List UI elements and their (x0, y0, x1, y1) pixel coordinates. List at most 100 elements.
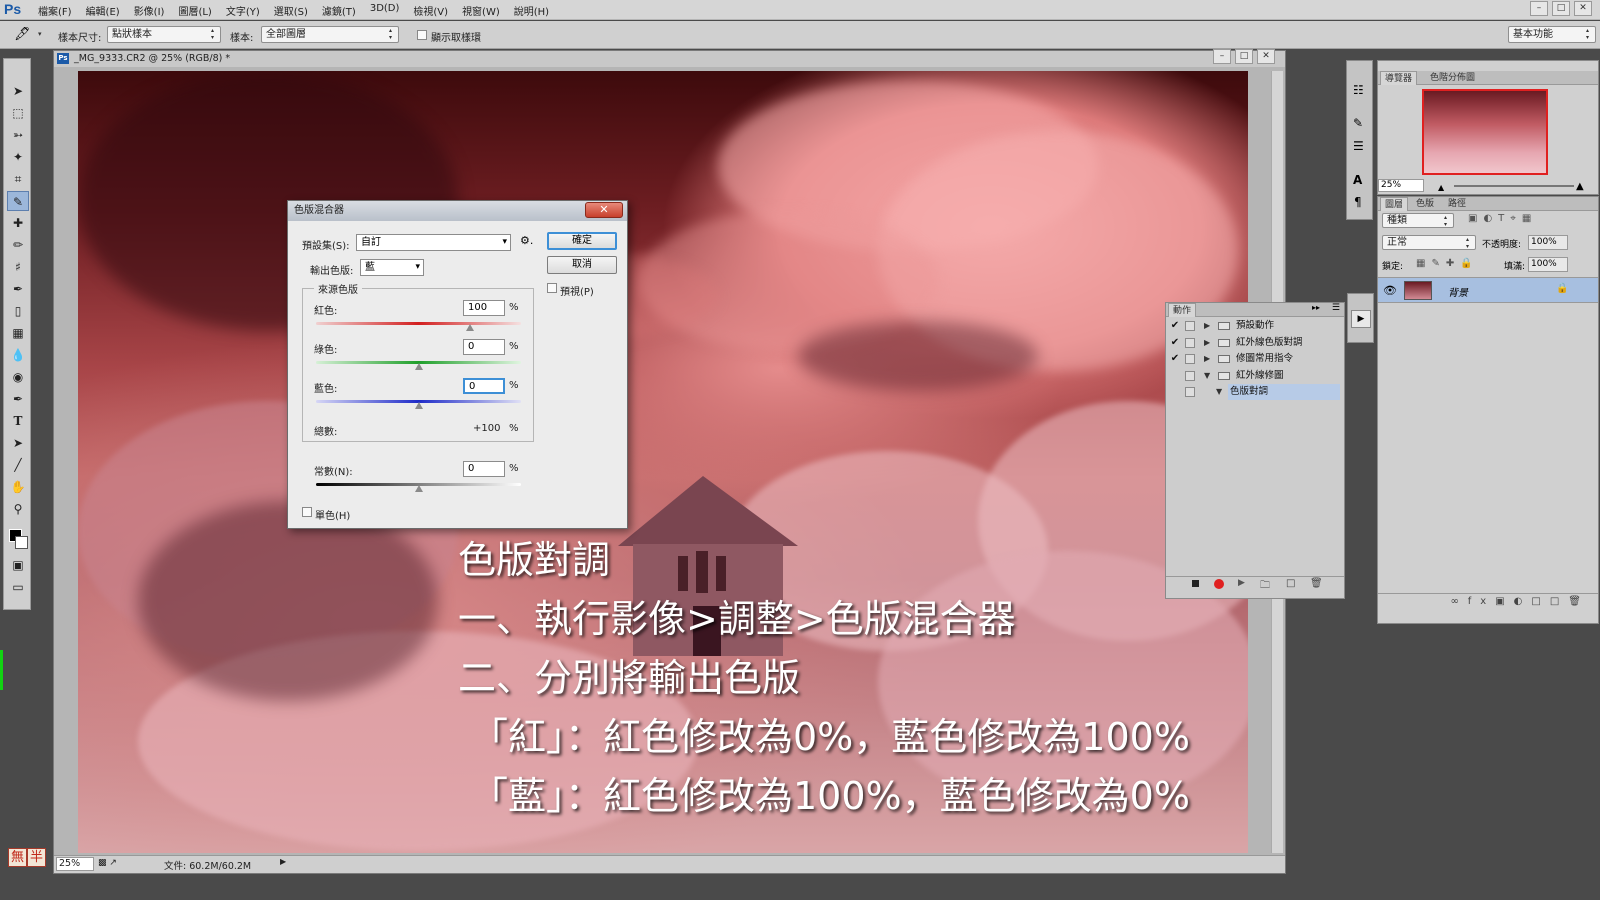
hand-tool-icon[interactable]: ✋ (7, 477, 29, 497)
action-row[interactable]: ✔ ▶ 預設動作 (1166, 318, 1344, 334)
menu-item-5[interactable]: 選取(S) (274, 3, 308, 18)
new-set-folder-icon[interactable]: 🗀 (1260, 578, 1270, 595)
dialog-toggle-box[interactable] (1185, 370, 1195, 381)
eyedropper-tool-icon[interactable]: ✎ (7, 191, 29, 211)
path-select-icon[interactable]: ➤ (7, 433, 29, 453)
menu-item-7[interactable]: 3D(D) (370, 3, 400, 18)
action-row[interactable]: ✔ ▶ 紅外線色版對調 (1166, 335, 1344, 351)
ime-mode-left[interactable]: 無 (8, 848, 27, 867)
lock-icons[interactable]: ▦✎✚🔒 (1416, 258, 1479, 269)
action-row[interactable]: ✔ ▶ 修圖常用指令 (1166, 351, 1344, 367)
line-tool-icon[interactable]: ╱ (7, 455, 29, 475)
close-button[interactable]: ✕ (1574, 1, 1592, 16)
panel-menu-icon[interactable]: ☰ (1332, 303, 1340, 313)
background-color-swatch[interactable] (15, 536, 28, 549)
maximize-button[interactable]: □ (1552, 1, 1570, 16)
blend-mode-select[interactable]: 正常 (1382, 235, 1476, 250)
history-brush-icon[interactable]: ✒ (7, 279, 29, 299)
red-slider-track[interactable] (316, 322, 521, 325)
action-toggle-check[interactable]: ✔ (1168, 318, 1182, 334)
action-row[interactable]: ▼ 色版對調 (1166, 384, 1344, 400)
green-slider-thumb[interactable] (414, 363, 423, 370)
opacity-field[interactable]: 100% (1528, 235, 1568, 250)
healing-brush-icon[interactable]: ✚ (7, 213, 29, 233)
collapse-arrow-icon[interactable]: ▼ (1204, 368, 1210, 384)
dialog-toggle-box[interactable] (1185, 321, 1195, 331)
sample-select[interactable]: 全部圖層 (261, 26, 399, 43)
gradient-tool-icon[interactable]: ▦ (7, 323, 29, 343)
dialog-close-button[interactable]: ✕ (585, 202, 623, 218)
workspace-select[interactable]: 基本功能 (1508, 26, 1596, 43)
menu-item-3[interactable]: 圖層(L) (178, 3, 211, 18)
ime-indicator[interactable]: 無 半 (8, 848, 46, 867)
action-toggle-check[interactable]: ✔ (1168, 351, 1182, 367)
layer-filter-select[interactable]: 種類 (1382, 213, 1454, 228)
eyedropper-icon[interactable]: 🖋 (14, 27, 31, 42)
eraser-tool-icon[interactable]: ▯ (7, 301, 29, 321)
tab-navigator[interactable]: 導覽器 (1380, 71, 1418, 85)
navigator-zoom-slider[interactable] (1454, 185, 1574, 187)
tab-histogram[interactable]: 色階分佈圖 (1426, 71, 1479, 85)
preset-options-gear-icon[interactable]: ⚙. (520, 234, 533, 247)
status-icons[interactable]: ▩ ↗ (98, 858, 117, 868)
preset-select[interactable]: 自訂 (356, 234, 511, 251)
character-panel-icon[interactable]: A (1353, 173, 1362, 187)
layer-name[interactable]: 背景 (1448, 284, 1468, 299)
red-slider-thumb[interactable] (465, 324, 474, 331)
ime-mode-right[interactable]: 半 (27, 848, 46, 867)
status-menu-arrow-icon[interactable]: ▶ (280, 857, 286, 866)
paragraph-panel-icon[interactable]: ¶ (1354, 195, 1362, 209)
action-row[interactable]: ▼ 紅外線修圖 (1166, 368, 1344, 384)
minimize-button[interactable]: – (1530, 1, 1548, 16)
constant-value-input[interactable]: 0 (463, 461, 505, 477)
expand-arrow-icon[interactable]: ▶ (1204, 318, 1210, 334)
green-value-input[interactable]: 0 (463, 339, 505, 355)
blue-value-input[interactable]: 0 (463, 378, 505, 394)
menu-item-9[interactable]: 視窗(W) (462, 3, 500, 18)
expand-arrow-icon[interactable]: ▶ (1204, 335, 1210, 351)
menu-item-10[interactable]: 說明(H) (514, 3, 549, 18)
document-tab[interactable]: Ps _MG_9333.CR2 @ 25% (RGB/8) * (54, 51, 1285, 67)
menu-item-1[interactable]: 編輯(E) (86, 3, 120, 18)
actions-panel-toggle-icon[interactable]: ▶ (1351, 310, 1371, 328)
menu-item-6[interactable]: 濾鏡(T) (322, 3, 356, 18)
action-toggle-check[interactable]: ✔ (1168, 335, 1182, 351)
expand-arrow-icon[interactable]: ▶ (1204, 351, 1210, 367)
tab-actions[interactable]: 動作 (1168, 303, 1197, 317)
menu-item-8[interactable]: 檢視(V) (413, 3, 448, 18)
layer-filter-icons[interactable]: ▣◐T⌖▦ (1468, 213, 1537, 224)
doc-minimize-button[interactable]: – (1213, 49, 1231, 64)
preview-checkbox[interactable] (547, 283, 557, 296)
tab-channels[interactable]: 色版 (1412, 197, 1438, 211)
lasso-tool-icon[interactable]: ➳ (7, 125, 29, 145)
dialog-toggle-box[interactable] (1185, 354, 1195, 364)
marquee-tool-icon[interactable]: ⬚ (7, 103, 29, 123)
history-panel-icon[interactable]: ☷ (1353, 83, 1364, 97)
new-action-icon[interactable]: □ (1286, 578, 1295, 589)
clone-stamp-icon[interactable]: ♯ (7, 257, 29, 277)
pen-tool-icon[interactable]: ✒ (7, 389, 29, 409)
navigator-zoom-field[interactable]: 25% (1378, 179, 1424, 192)
ok-button[interactable]: 確定 (547, 232, 617, 250)
zoom-tool-icon[interactable]: ⚲ (7, 499, 29, 519)
brush-tool-icon[interactable]: ✏ (7, 235, 29, 255)
adjustments-panel-icon[interactable]: ☰ (1353, 139, 1364, 153)
cancel-button[interactable]: 取消 (547, 256, 617, 274)
delete-icon[interactable]: 🗑 (1310, 578, 1323, 589)
tab-layers[interactable]: 圖層 (1380, 197, 1409, 211)
menu-item-2[interactable]: 影像(I) (134, 3, 165, 18)
doc-close-button[interactable]: ✕ (1257, 49, 1275, 64)
image-canvas[interactable]: 色版對調 一、執行影像>調整>色版混合器 二、分別將輸出色版 「紅」：紅色修改為… (78, 71, 1248, 853)
zoom-out-icon[interactable]: ▲ (1438, 183, 1444, 192)
layer-visibility-eye-icon[interactable]: 👁 (1383, 284, 1397, 297)
zoom-field[interactable]: 25% (56, 857, 94, 871)
output-channel-select[interactable]: 藍 (360, 259, 424, 276)
sample-size-select[interactable]: 點狀樣本 (107, 26, 221, 43)
menu-item-4[interactable]: 文字(Y) (226, 3, 260, 18)
monochrome-checkbox[interactable] (302, 507, 312, 520)
brush-panel-icon[interactable]: ✎ (1353, 116, 1363, 130)
red-value-input[interactable]: 100 (463, 300, 505, 316)
doc-maximize-button[interactable]: □ (1235, 49, 1253, 64)
layers-footer-icons[interactable]: ∞fx▣◐□□🗑 (1378, 593, 1598, 609)
tool-preset-dropdown-icon[interactable]: ▾ (38, 30, 42, 38)
